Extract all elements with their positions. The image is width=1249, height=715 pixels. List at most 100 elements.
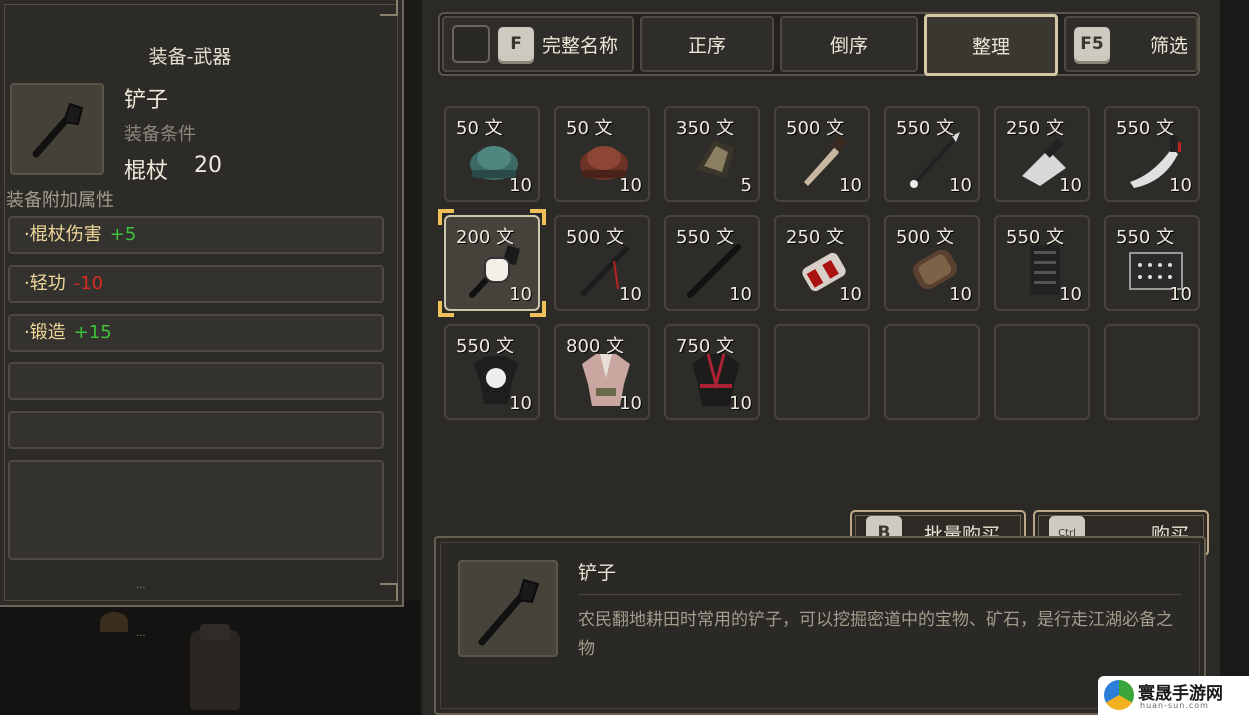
item-price: 550 文	[1116, 227, 1175, 248]
shop-item-slot[interactable]: 500 文 10	[884, 215, 980, 311]
selection-corner-icon	[530, 209, 546, 225]
attribute-value: +5	[109, 224, 137, 245]
item-quantity: 10	[1169, 175, 1192, 196]
key-f5-icon: F5	[1074, 27, 1110, 61]
item-price: 250 文	[786, 227, 845, 248]
requirement-type: 棍杖	[124, 159, 169, 184]
tab-label: 倒序	[829, 34, 868, 57]
item-quantity: 10	[619, 393, 642, 414]
shovel-icon	[478, 578, 540, 646]
shop-item-slot[interactable]: 550 文 10	[994, 215, 1090, 311]
lamp-icon	[100, 612, 128, 632]
selection-corner-icon	[438, 301, 454, 317]
attribute-name: ·轻功	[24, 273, 66, 294]
item-quantity: 5	[740, 175, 752, 196]
ellipsis: ...	[136, 580, 146, 591]
shop-item-slot[interactable]: 550 文 10	[884, 106, 980, 202]
key-f-icon: F	[498, 27, 534, 61]
attribute-row: ·棍杖伤害 +5	[8, 216, 384, 254]
item-price: 550 文	[896, 118, 955, 139]
tab-filter[interactable]: F5 筛选	[1064, 16, 1198, 72]
item-quantity: 10	[949, 284, 972, 305]
full-name-checkbox[interactable]	[452, 25, 490, 63]
item-price: 800 文	[566, 336, 625, 357]
empty-item-slot	[1104, 324, 1200, 420]
empty-item-slot	[994, 324, 1090, 420]
item-quantity: 10	[509, 175, 532, 196]
shop-item-slot[interactable]: 250 文 10	[994, 106, 1090, 202]
item-quantity: 10	[1059, 175, 1082, 196]
item-quantity: 10	[619, 284, 642, 305]
requirement-label: 装备条件	[124, 124, 196, 145]
item-quantity: 10	[1169, 284, 1192, 305]
selection-corner-icon	[438, 209, 454, 225]
attribute-name: ·锻造	[24, 322, 66, 343]
watermark-url: huan-sun.com	[1140, 701, 1209, 710]
detail-item-description: 农民翻地耕田时常用的铲子，可以挖掘密道中的宝物、矿石，是行走江湖必备之物	[578, 610, 1173, 659]
detail-divider	[578, 594, 1182, 595]
equipped-item-icon[interactable]	[10, 83, 104, 175]
tab-label: 筛选	[1149, 34, 1188, 57]
shop-item-slot[interactable]: 550 文 10	[444, 324, 540, 420]
attribute-section-title: 装备附加属性	[6, 190, 114, 211]
shop-item-slot[interactable]: 250 文 10	[774, 215, 870, 311]
corner-ornament-icon	[380, 583, 398, 601]
tab-descending[interactable]: 倒序	[780, 16, 918, 72]
item-quantity: 10	[1059, 284, 1082, 305]
item-price: 50 文	[566, 118, 613, 139]
shop-item-slot[interactable]: 50 文 10	[444, 106, 540, 202]
shop-item-slot[interactable]: 500 文 10	[554, 215, 650, 311]
scene-edge	[1220, 0, 1249, 715]
item-quantity: 10	[729, 284, 752, 305]
item-price: 500 文	[896, 227, 955, 248]
tab-full-name[interactable]: F 完整名称	[442, 16, 634, 72]
site-watermark: 寰晟手游网 huan-sun.com	[1098, 676, 1249, 715]
item-quantity: 10	[839, 284, 862, 305]
item-quantity: 10	[839, 175, 862, 196]
shop-item-slot[interactable]: 550 文 10	[1104, 215, 1200, 311]
equip-description-box	[8, 460, 384, 560]
item-price: 350 文	[676, 118, 735, 139]
corner-ornament-icon	[380, 0, 398, 16]
equipment-panel: 装备-武器 铲子 装备条件 棍杖 20 装备附加属性 ·棍杖伤害 +5 ·轻功 -1…	[0, 0, 404, 607]
item-price: 500 文	[566, 227, 625, 248]
ellipsis: ...	[136, 628, 146, 639]
item-price: 750 文	[676, 336, 735, 357]
shop-item-slot[interactable]: 800 文 10	[554, 324, 650, 420]
shop-item-slot[interactable]: 50 文 10	[554, 106, 650, 202]
shop-item-slot[interactable]: 350 文 5	[664, 106, 760, 202]
item-price: 550 文	[456, 336, 515, 357]
item-quantity: 10	[619, 175, 642, 196]
shop-item-slot[interactable]: 200 文 10	[438, 209, 546, 317]
hand-cursor-icon	[484, 257, 510, 283]
attribute-row-empty	[8, 411, 384, 449]
shop-item-slot[interactable]: 750 文 10	[664, 324, 760, 420]
shovel-icon	[32, 102, 84, 158]
tab-label: 完整名称	[542, 34, 619, 57]
item-price: 250 文	[1006, 118, 1065, 139]
shop-item-slot[interactable]: 550 文 10	[664, 215, 760, 311]
requirement-value: 20	[194, 153, 222, 178]
item-price: 550 文	[1116, 118, 1175, 139]
empty-item-slot	[884, 324, 980, 420]
selection-corner-icon	[530, 301, 546, 317]
item-price: 550 文	[676, 227, 735, 248]
attribute-row-empty	[8, 362, 384, 400]
item-quantity: 10	[509, 393, 532, 414]
shop-item-slot[interactable]: 500 文 10	[774, 106, 870, 202]
tab-ascending[interactable]: 正序	[640, 16, 774, 72]
shop-item-slot[interactable]: 550 文 10	[1104, 106, 1200, 202]
item-quantity: 10	[729, 393, 752, 414]
attribute-value: +15	[73, 322, 112, 343]
attribute-name: ·棍杖伤害	[24, 224, 102, 245]
site-logo-icon	[1104, 680, 1134, 710]
item-price: 200 文	[456, 227, 515, 248]
item-quantity: 10	[949, 175, 972, 196]
character-sprite	[190, 624, 240, 710]
attribute-row: ·轻功 -10	[8, 265, 384, 303]
sort-toolbar: F 完整名称 正序 倒序 整理 F5 筛选	[438, 12, 1200, 76]
tab-organize[interactable]: 整理	[924, 14, 1058, 76]
empty-item-slot	[774, 324, 870, 420]
panel-title: 装备-武器	[148, 46, 232, 68]
item-name: 铲子	[124, 88, 169, 113]
